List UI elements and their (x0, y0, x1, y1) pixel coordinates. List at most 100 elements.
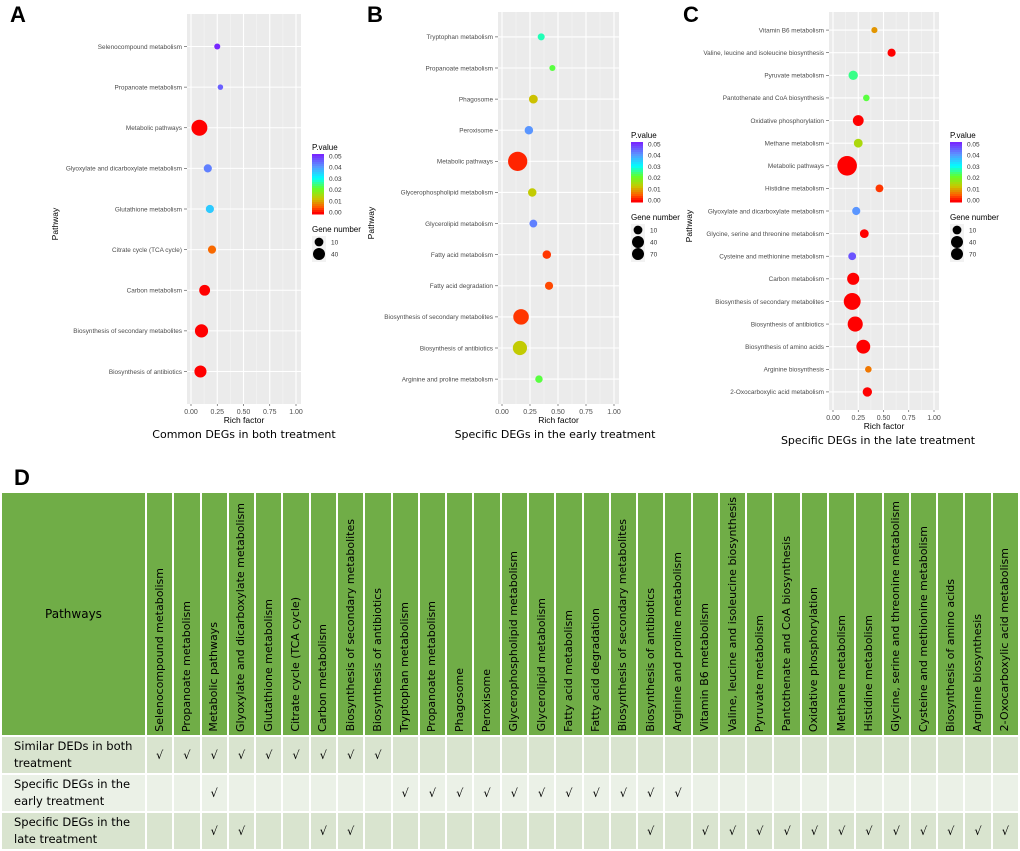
y-tick-label: Arginine and proline metabolism (402, 376, 493, 383)
empty-cell (829, 736, 855, 773)
column-header-label: Valine, leucine and isoleucine biosynthe… (725, 497, 739, 732)
y-tick-label: Biosynthesis of secondary metabolites (73, 328, 182, 335)
data-point (847, 316, 863, 332)
empty-cell (910, 774, 937, 811)
y-tick-label: Fatty acid degradation (430, 283, 494, 290)
empty-cell (692, 736, 718, 773)
empty-cell (365, 774, 391, 811)
check-cell: √ (556, 774, 582, 811)
table-row: Specific DEGs in the early treatment √ √ √ √… (2, 774, 1018, 811)
column-header-label: Peroxisome (480, 668, 494, 732)
data-point (527, 188, 537, 197)
table-column-header: Fatty acid degradation (583, 493, 609, 735)
empty-cell (174, 774, 200, 811)
size-legend-dot (951, 248, 963, 260)
data-point (512, 340, 528, 356)
empty-cell (938, 774, 964, 811)
colorbar-tick-label: 0.03 (329, 176, 342, 183)
y-tick-label: Citrate cycle (TCA cycle) (112, 247, 182, 254)
empty-cell (310, 774, 336, 811)
data-point (194, 324, 209, 338)
column-header-label: Fatty acid metabolism (561, 609, 575, 732)
chart-title: Specific DEGs in the early treatment (455, 428, 657, 441)
check-cell: √ (801, 812, 828, 849)
column-header-label: Citrate cycle (TCA cycle) (289, 597, 303, 732)
table-column-header: Biosynthesis of antibiotics (638, 493, 664, 735)
check-cell: √ (283, 736, 309, 773)
table-column-header: Tryptophan metabolism (392, 493, 418, 735)
data-point (217, 84, 224, 90)
y-tick-label: Valine, leucine and isoleucine biosynthe… (703, 50, 824, 57)
data-point (863, 94, 870, 102)
check-cell: √ (638, 812, 664, 849)
y-tick-label: Metabolic pathways (126, 125, 182, 132)
y-tick-label: Tryptophan metabolism (426, 34, 493, 41)
data-point (871, 27, 878, 34)
empty-cell (692, 774, 718, 811)
y-tick-label: Carbon metabolism (769, 276, 824, 283)
column-header-label: Oxidative phosphorylation (807, 586, 821, 732)
empty-cell (501, 812, 527, 849)
chart-panel-a: 0.00 0.25 0.50 0.75 1.00Selenocompound metab… (50, 14, 361, 441)
data-point (207, 245, 217, 254)
column-header-label: Carbon metabolism (316, 623, 330, 732)
x-tick-label: 0.00 (826, 415, 840, 422)
empty-cell (747, 736, 773, 773)
size-legend-label: 40 (650, 240, 658, 247)
colorbar-tick-label: 0.02 (329, 187, 342, 194)
table-column-header: Propanoate metabolism (419, 493, 446, 735)
size-legend-label: 10 (650, 228, 658, 235)
y-tick-label: Propanoate metabolism (115, 84, 183, 91)
data-point (535, 375, 543, 383)
empty-cell (147, 812, 173, 849)
data-point (194, 365, 207, 378)
check-cell: √ (201, 812, 227, 849)
pathway-comparison-table: Pathways Selenocompound metabolism Propano… (0, 491, 1020, 851)
empty-cell (856, 736, 882, 773)
y-tick-label: Biosynthesis of antibiotics (109, 369, 182, 376)
empty-cell (365, 812, 391, 849)
empty-cell (883, 774, 909, 811)
table-column-header: 2-Oxocarboxylic acid metabolism (992, 493, 1018, 735)
data-point (214, 43, 221, 50)
empty-cell (719, 774, 746, 811)
data-point (875, 184, 884, 193)
gene-number-legend-title: Gene number (950, 213, 999, 222)
data-point (513, 309, 529, 325)
table-column-header: Methane metabolism (829, 493, 855, 735)
x-tick-label: 0.75 (263, 409, 277, 416)
empty-cell (747, 774, 773, 811)
empty-cell (583, 812, 609, 849)
column-header-label: Vitamin B6 metabolism (698, 603, 712, 732)
data-point (853, 138, 863, 148)
empty-cell (719, 736, 746, 773)
p-value-legend: P.value 0.05 0.04 0.03 0.02 0.01 0.00 (312, 143, 342, 217)
table-column-header: Glyoxylate and dicarboxylate metabolism (228, 493, 255, 735)
panel-label-d: D (14, 465, 30, 490)
data-point (862, 387, 873, 397)
chart-title: Specific DEGs in the late treatment (781, 434, 976, 447)
colorbar-tick-label: 0.01 (648, 186, 661, 193)
size-legend-label: 40 (331, 252, 339, 259)
p-value-legend: P.value 0.05 0.04 0.03 0.02 0.01 0.00 (631, 131, 661, 205)
empty-cell (610, 736, 637, 773)
data-point (508, 151, 528, 171)
data-point (205, 204, 214, 214)
check-cell: √ (883, 812, 909, 849)
data-point (848, 70, 858, 81)
check-cell: √ (856, 812, 882, 849)
empty-cell (283, 812, 309, 849)
empty-cell (665, 736, 691, 773)
data-point (865, 365, 872, 373)
x-axis-label: Rich factor (864, 421, 905, 431)
column-header-label: Propanoate metabolism (179, 600, 193, 732)
data-point (837, 155, 857, 176)
data-point (544, 281, 554, 290)
empty-cell (556, 736, 582, 773)
y-axis-label: Pathway (50, 207, 60, 240)
check-cell: √ (910, 812, 937, 849)
column-header-label: Phagosome (452, 667, 466, 732)
y-tick-label: Selenocompound metabolism (98, 44, 182, 51)
table-column-header: Glycerolipid metabolism (528, 493, 555, 735)
check-cell: √ (201, 774, 227, 811)
